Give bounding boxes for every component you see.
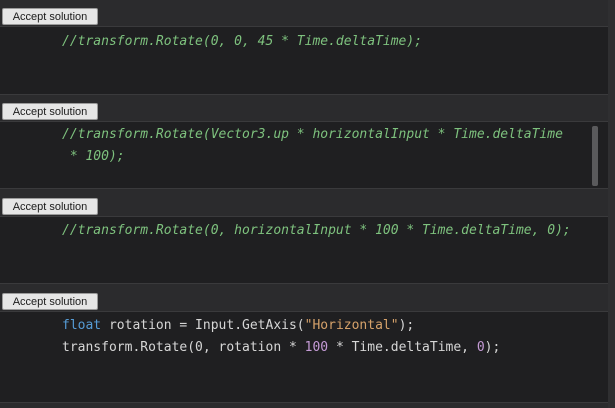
code-line: * 100); [62,149,125,164]
code-line: transform.Rotate(0, rotation * 100 * Tim… [62,339,500,357]
code-panel: //transform.Rotate(0, 0, 45 * Time.delta… [0,26,608,95]
keyword-token: float [62,318,102,333]
code-token: transform.Rotate(0, rotation * [62,340,305,355]
code-line: //transform.Rotate(Vector3.up * horizont… [62,127,563,142]
solution-block-2: Accept solution //transform.Rotate(Vecto… [0,95,615,190]
accept-solution-button[interactable]: Accept solution [2,293,98,310]
string-token: "Horizontal" [304,318,399,333]
code-token: ); [398,318,415,333]
code-line: //transform.Rotate(0, 0, 45 * Time.delta… [62,34,423,49]
code-token: ); [484,340,501,355]
code-line: float rotation = Input.GetAxis("Horizont… [62,317,414,335]
accept-solution-button[interactable]: Accept solution [2,103,98,120]
code-line: //transform.Rotate(0, horizontalInput * … [62,223,571,238]
code-panel: //transform.Rotate(0, horizontalInput * … [0,216,608,284]
code-token: * Time.deltaTime, [328,340,477,355]
code-token: rotation = Input.GetAxis( [101,318,305,333]
code-panel: float rotation = Input.GetAxis("Horizont… [0,311,608,403]
accept-solution-button[interactable]: Accept solution [2,198,98,215]
accept-solution-button[interactable]: Accept solution [2,8,98,25]
solution-block-4: Accept solution float rotation = Input.G… [0,285,615,408]
solution-block-1: Accept solution //transform.Rotate(0, 0,… [0,0,615,95]
vertical-scrollbar[interactable] [592,126,598,186]
solution-block-3: Accept solution //transform.Rotate(0, ho… [0,190,615,285]
number-token: 0 [476,340,485,355]
number-token: 100 [304,340,329,355]
code-panel: //transform.Rotate(Vector3.up * horizont… [0,121,608,189]
